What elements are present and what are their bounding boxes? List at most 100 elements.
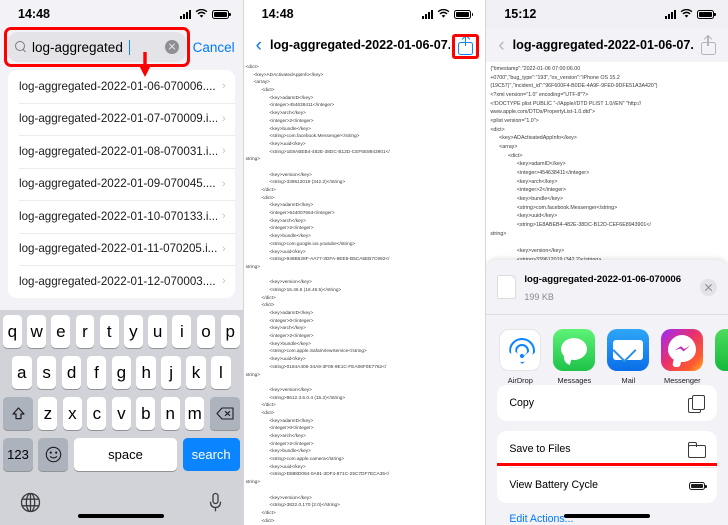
list-item[interactable]: log-aggregated-2022-01-09-070045.... › [8,167,235,201]
key-a[interactable]: a [12,356,32,389]
share-actions: Copy Save to Files View Battery Cycle Ed… [497,385,717,525]
share-target-label: Messenger [664,375,701,385]
share-target-messages[interactable]: Messages [553,328,596,385]
copy-icon [687,394,705,413]
signal-icon [179,9,191,19]
key-x[interactable]: x [62,397,82,430]
key-p[interactable]: p [220,315,240,348]
list-item[interactable]: log-aggregated-2022-01-12-070003.... › [8,265,235,298]
navigation-bar: ‹ log-aggregated-2022-01-06-07... [243,28,486,62]
signal-icon [422,9,434,19]
status-time: 14:48 [18,7,50,21]
share-icon[interactable] [700,34,716,55]
key-numbers[interactable]: 123 [3,438,33,471]
list-item[interactable]: log-aggregated-2022-01-10-070133.i... › [8,200,235,233]
key-s[interactable]: s [36,356,57,389]
key-g[interactable]: g [111,356,132,389]
key-o[interactable]: o [196,315,216,348]
key-b[interactable]: b [136,397,156,430]
panel-share-sheet: 15:12 ‹ log-aggregated-2022-01-06-07... … [485,0,728,525]
key-z[interactable]: z [38,397,58,430]
on-screen-keyboard: q w e r t y u i o p a s d f g h j k l z … [0,310,243,525]
keyboard-row-4: 123 space search [0,438,243,471]
chevron-right-icon: › [221,80,226,93]
share-file-name: log-aggregated-2022-01-06-070006 [524,274,682,285]
status-bar: 15:12 [486,0,728,28]
key-m[interactable]: m [185,397,205,430]
key-n[interactable]: n [160,397,180,430]
key-y[interactable]: y [124,315,143,348]
key-f[interactable]: f [86,356,107,389]
globe-icon[interactable] [20,492,41,513]
key-k[interactable]: k [186,356,206,389]
back-chevron-icon[interactable]: ‹ [498,36,504,55]
share-target-label: Mail [621,375,636,385]
status-icons [422,9,474,19]
search-field-wrapper: log-aggregated [4,27,190,67]
key-q[interactable]: q [3,315,22,348]
microphone-icon[interactable] [208,492,223,513]
key-i[interactable]: i [172,315,192,348]
key-space[interactable]: space [73,438,178,471]
folder-icon [687,441,706,458]
shift-icon[interactable] [3,397,33,430]
list-item[interactable]: log-aggregated-2022-01-11-070205.i... › [8,232,235,266]
share-target-airdrop[interactable]: AirDrop [499,328,542,385]
key-search[interactable]: search [182,438,240,471]
key-v[interactable]: v [111,397,131,430]
share-sheet: log-aggregated-2022-01-06-070006 199 KB … [486,260,728,525]
share-file-meta: log-aggregated-2022-01-06-070006 199 KB [524,269,692,305]
share-target-label: AirDrop [507,375,533,385]
key-u[interactable]: u [148,315,168,348]
key-d[interactable]: d [61,356,82,389]
share-target-partial[interactable] [715,328,728,375]
share-file-size: 199 KB [524,292,554,302]
search-icon [15,41,27,53]
keyboard-row-1: q w e r t y u i o p [0,315,243,348]
status-time: 14:48 [261,7,294,21]
action-view-battery-cycle[interactable]: View Battery Cycle [497,463,717,503]
page-title: log-aggregated-2022-01-06-07... [269,38,451,52]
messages-icon [553,328,596,371]
action-label: Save to Files [509,443,571,455]
search-row: log-aggregated Cancel [0,27,243,70]
cancel-button[interactable]: Cancel [193,40,235,55]
close-icon[interactable] [699,278,717,296]
action-label: Copy [509,397,535,409]
share-target-label: Messages [557,375,592,385]
battery-icon [211,9,231,19]
list-item-label: log-aggregated-2022-01-08-070031.i... [19,144,217,158]
backspace-icon[interactable] [209,397,240,430]
panel-file-viewer: 14:48 ‹ log-aggregated-2022-01-06-07... … [242,0,486,525]
status-bar: 14:48 [0,0,243,28]
action-copy[interactable]: Copy [497,385,717,421]
share-target-mail[interactable]: Mail [607,328,650,385]
search-input[interactable]: log-aggregated [8,32,186,62]
share-target-messenger[interactable]: Messenger [661,328,704,385]
chevron-right-icon: › [221,145,226,158]
key-w[interactable]: w [27,315,47,348]
key-l[interactable]: l [211,356,231,389]
key-c[interactable]: c [87,397,107,430]
app-icon-partial [715,328,728,371]
list-item[interactable]: log-aggregated-2022-01-06-070006.... › [8,70,235,103]
messenger-icon [661,328,704,371]
emoji-icon[interactable] [38,438,69,471]
action-label: View Battery Cycle [509,479,599,491]
clear-icon[interactable] [164,40,179,54]
list-item-label: log-aggregated-2022-01-09-070045.... [19,177,216,191]
key-t[interactable]: t [99,315,119,348]
back-chevron-icon[interactable]: ‹ [256,36,262,55]
list-item[interactable]: log-aggregated-2022-01-07-070009.i... › [8,102,235,136]
action-save-to-files[interactable]: Save to Files [497,431,717,467]
key-e[interactable]: e [51,315,71,348]
chevron-right-icon: › [221,275,226,288]
chevron-right-icon: › [221,210,226,223]
share-icon[interactable] [458,34,474,55]
action-group-copy: Copy [497,385,717,421]
key-j[interactable]: j [161,356,181,389]
key-r[interactable]: r [75,315,95,348]
chevron-right-icon: › [221,242,226,255]
list-item[interactable]: log-aggregated-2022-01-08-070031.i... › [8,135,235,168]
key-h[interactable]: h [136,356,156,389]
